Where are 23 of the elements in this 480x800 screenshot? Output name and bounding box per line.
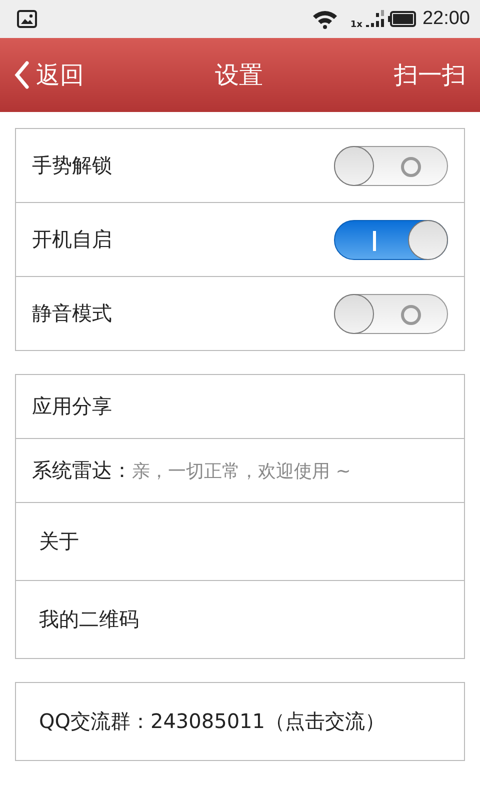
setting-label: 手势解锁 [32, 152, 113, 179]
settings-item[interactable]: QQ交流群：243085011（点击交流） [16, 683, 464, 760]
setting-label: 系统雷达： [32, 457, 132, 484]
network-type: 1x [350, 20, 362, 30]
toggle-switch[interactable] [334, 294, 448, 334]
wifi-icon [312, 9, 338, 29]
status-message: 亲，一切正常，欢迎使用 ~ [132, 460, 351, 482]
settings-item[interactable]: 关于 [16, 502, 464, 580]
page-title: 设置 [215, 60, 263, 91]
back-button[interactable]: 返回 [14, 59, 84, 91]
image-icon [17, 10, 37, 28]
setting-label: 开机自启 [32, 226, 113, 253]
back-label: 返回 [36, 60, 84, 91]
scan-button[interactable]: 扫一扫 [394, 59, 466, 91]
back-chevron-icon [14, 61, 30, 89]
battery-icon [388, 11, 416, 27]
settings-item[interactable]: 应用分享 [16, 375, 464, 438]
clock-time: 22:00 [422, 8, 470, 30]
setting-label: 静音模式 [32, 300, 113, 327]
toggle-switch[interactable] [334, 220, 448, 260]
settings-item[interactable]: 我的二维码 [16, 580, 464, 658]
signal-icon [366, 9, 384, 29]
toggle-switch[interactable] [334, 146, 448, 186]
